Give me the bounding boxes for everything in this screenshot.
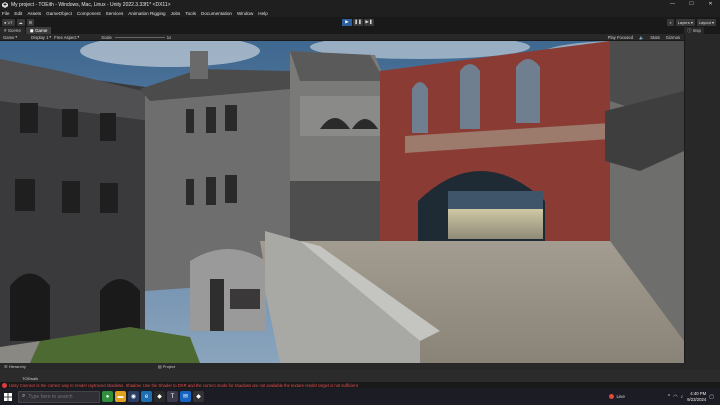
title-bar: My project - TOEith - Windows, Mac, Linu… xyxy=(0,0,720,9)
tab-scene-label: Scene xyxy=(7,28,21,33)
tab-game-label: Game xyxy=(34,28,48,33)
chevron-down-icon: ▾ xyxy=(690,19,693,25)
search-button[interactable]: ⌕ xyxy=(667,18,674,26)
menu-documentation[interactable]: Documentation xyxy=(201,11,232,16)
account-button[interactable]: ● VT xyxy=(2,18,15,26)
chevron-up-icon[interactable]: ^ xyxy=(668,394,670,400)
live-dot-icon xyxy=(609,394,615,399)
menu-component[interactable]: Component xyxy=(77,11,101,16)
scale-label: Scale xyxy=(101,34,112,40)
layout-label: Layout xyxy=(698,19,711,25)
menu-animation-rigging[interactable]: Animation Rigging xyxy=(128,11,165,16)
chevron-down-icon: ▾ xyxy=(49,35,52,39)
play-button[interactable]: ▶ xyxy=(342,18,352,26)
layers-label: Layers xyxy=(677,19,690,25)
taskbar-search-input[interactable] xyxy=(28,393,89,400)
wifi-icon[interactable]: ◠ xyxy=(673,394,677,400)
menu-edit[interactable]: Edit xyxy=(14,11,22,16)
chevron-down-icon: ▾ xyxy=(77,35,80,39)
tab-project-label: Project xyxy=(162,363,176,369)
tab-inspector[interactable]: ⓘ Insp xyxy=(684,27,704,34)
tab-hierarchy-label: Hierarchy xyxy=(8,363,26,369)
game-viewport[interactable] xyxy=(0,41,684,363)
menu-tools[interactable]: Tools xyxy=(185,11,196,16)
windows-logo-icon xyxy=(4,392,12,401)
chrome-icon[interactable]: ◉ xyxy=(128,391,139,402)
file-explorer-icon[interactable]: ▬ xyxy=(115,391,126,402)
inspector-panel[interactable] xyxy=(684,34,720,363)
game-view-toolbar: Game ▾ Display 1 ▾ Free Aspect ▾ Scale 1x P… xyxy=(0,34,684,41)
system-tray: Live ^ ◠ ♪ 4:40 PM 9/23/2024 ▢ xyxy=(609,388,714,405)
search-icon: ⌕ xyxy=(669,19,672,25)
menu-gameobject[interactable]: GameObject xyxy=(46,11,72,16)
live-badge[interactable]: Live xyxy=(609,394,625,399)
menu-jobs[interactable]: Jobs xyxy=(171,11,181,16)
main-toolbar: ● VT ☁ ⚙ ▶ ❚❚ ▶❚ ⌕ Layers ▾ Layout ▾ xyxy=(0,17,720,27)
clock-date: 9/23/2024 xyxy=(687,396,707,402)
game-scene-render xyxy=(0,41,684,363)
minimize-button[interactable]: — xyxy=(663,0,682,9)
taskbar-clock[interactable]: 4:40 PM 9/23/2024 xyxy=(687,391,706,403)
settings-icon: ⚙ xyxy=(28,19,33,25)
unity-hub-icon[interactable]: ◆ xyxy=(154,391,165,402)
menu-assets[interactable]: Assets xyxy=(27,11,41,16)
menu-bar: File Edit Assets GameObject Component Se… xyxy=(0,9,720,17)
error-icon xyxy=(2,382,7,388)
tab-inspector-label: Insp xyxy=(692,28,701,33)
maximize-button[interactable]: ☐ xyxy=(682,0,701,9)
search-icon: ⌕ xyxy=(22,393,26,399)
cloud-button[interactable]: ☁ xyxy=(16,18,25,26)
window-title: My project - TOEith - Windows, Mac, Linu… xyxy=(11,1,171,8)
volume-icon[interactable]: ♪ xyxy=(681,394,684,400)
windows-taskbar: ⌕ ● ▬ ◉ e ◆ T ✉ ◆ Live ^ ◠ ♪ 4:40 PM 9/2… xyxy=(0,388,720,405)
game-mode-label: Game xyxy=(3,34,15,40)
unity-logo-icon xyxy=(2,1,8,8)
step-button[interactable]: ▶❚ xyxy=(364,18,374,26)
unity-editor-icon[interactable]: ◆ xyxy=(193,391,204,402)
scale-value: 1x xyxy=(166,34,172,40)
app-icon-green[interactable]: ● xyxy=(102,391,113,402)
scale-control[interactable]: Scale 1x xyxy=(101,35,171,40)
collab-button[interactable]: ⚙ xyxy=(26,18,35,26)
aspect-label: Free Aspect xyxy=(54,34,77,40)
menu-help[interactable]: Help xyxy=(258,11,267,16)
tab-game[interactable]: ◼ Game xyxy=(25,27,52,34)
close-button[interactable]: ✕ xyxy=(701,0,720,9)
playback-controls: ▶ ❚❚ ▶❚ xyxy=(342,18,375,26)
chevron-down-icon: ▾ xyxy=(15,35,18,39)
clock-time: 4:40 PM xyxy=(690,390,707,396)
teams-icon[interactable]: T xyxy=(167,391,178,402)
display-dropdown[interactable]: Display 1 ▾ xyxy=(31,35,51,40)
chevron-down-icon: ▾ xyxy=(711,19,714,25)
aspect-dropdown[interactable]: Free Aspect ▾ xyxy=(54,35,79,40)
start-button[interactable] xyxy=(0,388,16,405)
menu-services[interactable]: Services xyxy=(106,11,124,16)
hierarchy-item[interactable]: TOEwalk xyxy=(22,376,38,381)
cloud-icon: ☁ xyxy=(18,19,23,25)
notifications-icon[interactable]: ▢ xyxy=(709,394,714,400)
tab-project[interactable]: ▤ Project xyxy=(154,364,179,369)
layers-dropdown[interactable]: Layers ▾ xyxy=(675,18,695,26)
menu-file[interactable]: File xyxy=(2,11,9,16)
scale-slider[interactable] xyxy=(114,36,165,38)
bottom-panel-content: TOEwalk xyxy=(0,369,720,382)
mail-icon[interactable]: ✉ xyxy=(180,391,191,402)
toolbar-right: ⌕ Layers ▾ Layout ▾ xyxy=(665,18,716,26)
display-label: Display 1 xyxy=(31,34,49,40)
pause-button[interactable]: ❚❚ xyxy=(353,18,363,26)
window-controls: — ☐ ✕ xyxy=(663,0,720,9)
menu-window[interactable]: Window xyxy=(237,11,253,16)
account-label: VT xyxy=(7,19,13,25)
tab-scene[interactable]: # Scene xyxy=(0,27,25,34)
error-message[interactable]: Unity Connect is the correct way to rend… xyxy=(9,383,709,388)
game-mode-dropdown[interactable]: Game ▾ xyxy=(3,35,17,40)
edge-icon[interactable]: e xyxy=(141,391,152,402)
live-label: Live xyxy=(616,394,625,399)
tab-hierarchy[interactable]: ☰ Hierarchy xyxy=(0,364,30,369)
taskbar-search[interactable]: ⌕ xyxy=(18,390,100,403)
view-tabs: # Scene ◼ Game ⓘ Insp xyxy=(0,27,720,34)
layout-dropdown[interactable]: Layout ▾ xyxy=(696,18,716,26)
